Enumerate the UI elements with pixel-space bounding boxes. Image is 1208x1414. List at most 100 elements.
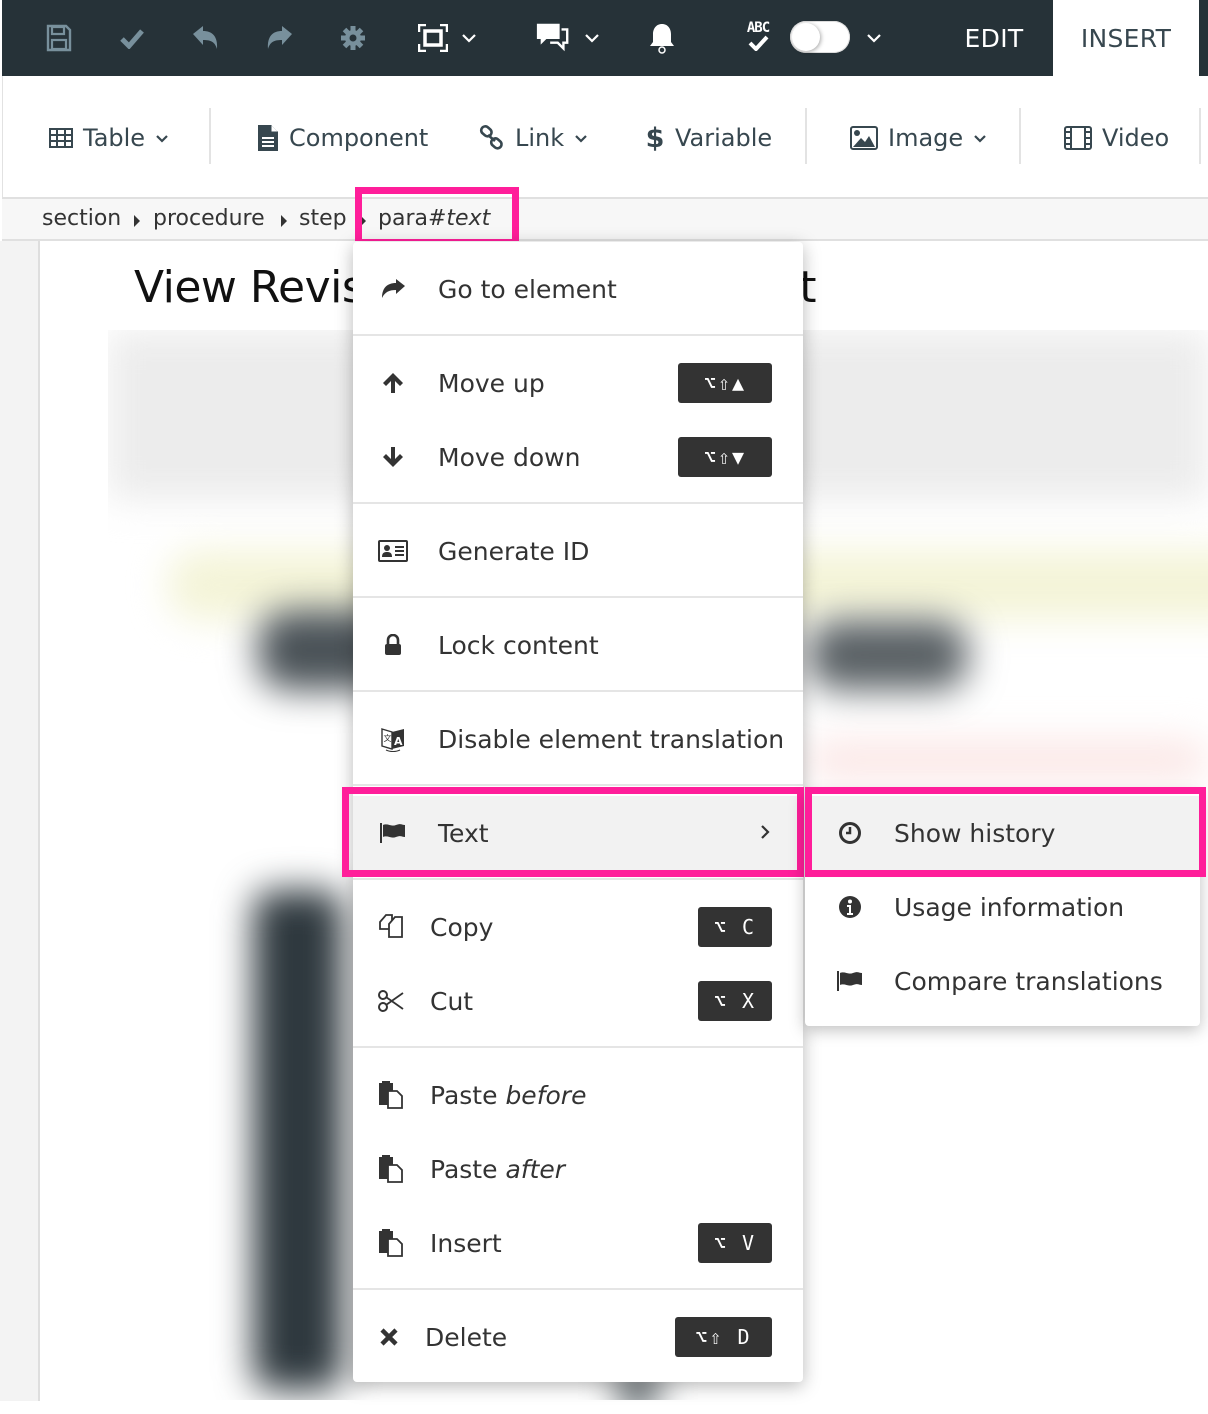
image-icon	[850, 126, 878, 150]
table-icon	[49, 128, 73, 148]
menu-item-label: Move up	[438, 368, 545, 398]
save-icon[interactable]	[41, 20, 77, 56]
menu-item-label: Paste before	[430, 1081, 586, 1110]
menu-item-insert[interactable]: Insert ⌥ V	[353, 1206, 803, 1280]
document-title-start: View Revis	[134, 262, 365, 313]
menu-divider	[353, 596, 803, 598]
menu-item-paste-before[interactable]: Paste before	[353, 1058, 803, 1132]
submenu-item-usage-information[interactable]: Usage information	[805, 870, 1200, 944]
ribbon-component-label: Component	[289, 124, 429, 152]
breadcrumb-item-procedure[interactable]: procedure	[153, 206, 265, 231]
menu-item-label: Disable element translation	[438, 724, 785, 754]
menu-item-label: Text	[438, 818, 489, 848]
menu-divider	[353, 1046, 803, 1048]
menu-item-cut[interactable]: Cut ⌥ X	[353, 964, 803, 1038]
menu-item-label: Insert	[430, 1228, 502, 1258]
menu-item-move-up[interactable]: Move up ⌥⇧▲	[353, 346, 803, 420]
menu-item-delete[interactable]: Delete ⌥⇧ D	[353, 1300, 803, 1374]
copy-icon	[375, 911, 407, 943]
ribbon-variable-label: Variable	[675, 124, 773, 152]
menu-item-label: Delete	[425, 1322, 508, 1352]
submenu-item-show-history[interactable]: Show history	[805, 796, 1200, 870]
menu-item-label: Cut	[430, 986, 474, 1016]
scissors-icon	[375, 985, 407, 1017]
breadcrumb-item-section[interactable]: section	[42, 206, 121, 231]
comments-dropdown-chevron-icon[interactable]	[582, 26, 602, 50]
breadcrumb: section procedure step para#text	[2, 197, 1208, 241]
menu-item-label: Paste after	[430, 1155, 565, 1184]
breadcrumb-separator-icon	[134, 215, 140, 227]
shortcut-badge: ⌥ C	[698, 907, 772, 947]
menu-item-disable-translation[interactable]: A文 Disable element translation	[353, 702, 803, 776]
label-emphasis: after	[505, 1154, 566, 1184]
ribbon-variable-button[interactable]: $ Variable	[645, 120, 773, 156]
shortcut-badge: ⌥⇧▲	[678, 363, 772, 403]
ribbon-image-button[interactable]: Image	[850, 120, 987, 156]
check-icon[interactable]	[114, 20, 150, 56]
shortcut-badge: ⌥⇧▼	[678, 437, 772, 477]
breadcrumb-element-type: text	[446, 206, 491, 231]
settings-icon[interactable]	[335, 20, 371, 56]
paste-icon	[375, 1153, 407, 1185]
spellcheck-label: ABC	[746, 20, 770, 36]
submenu-item-label: Show history	[894, 818, 1056, 848]
chevron-down-icon	[575, 134, 587, 143]
menu-item-label: Generate ID	[438, 536, 590, 566]
shortcut-badge: ⌥ X	[698, 981, 772, 1021]
menu-item-paste-after[interactable]: Paste after	[353, 1132, 803, 1206]
breadcrumb-item-selected[interactable]: para#text	[378, 206, 490, 231]
undo-icon[interactable]	[188, 20, 224, 56]
tab-insert[interactable]: INSERT	[1053, 0, 1199, 76]
spellcheck-toggle[interactable]	[790, 21, 850, 53]
chevron-right-icon	[759, 819, 771, 847]
menu-item-copy[interactable]: Copy ⌥ C	[353, 890, 803, 964]
menu-item-label: Copy	[430, 912, 494, 942]
flag-icon	[377, 817, 409, 849]
breadcrumb-separator-icon	[281, 215, 287, 227]
fullscreen-dropdown-chevron-icon[interactable]	[459, 26, 479, 50]
insert-ribbon: Table Component Link $ Variable Image Vi…	[2, 76, 1208, 198]
submenu-item-label: Usage information	[894, 892, 1125, 922]
chevron-down-icon	[156, 134, 168, 143]
text-submenu: Show history Usage information Compare t…	[805, 792, 1200, 1026]
spellcheck-dropdown-chevron-icon[interactable]	[864, 26, 884, 50]
menu-divider	[353, 784, 803, 786]
breadcrumb-item-step[interactable]: step	[299, 206, 347, 231]
menu-item-move-down[interactable]: Move down ⌥⇧▼	[353, 420, 803, 494]
ribbon-component-button[interactable]: Component	[257, 120, 428, 156]
menu-item-go-to-element[interactable]: Go to element	[353, 252, 803, 326]
ribbon-link-button[interactable]: Link	[479, 120, 588, 156]
toggle-knob	[792, 23, 820, 51]
ribbon-video-button[interactable]: Video	[1064, 120, 1169, 156]
ribbon-table-button[interactable]: Table	[49, 120, 169, 156]
svg-text:A: A	[394, 735, 403, 748]
ribbon-link-label: Link	[515, 124, 565, 152]
notifications-icon[interactable]	[644, 20, 680, 56]
link-icon	[479, 125, 503, 150]
shortcut-badge: ⌥⇧ D	[675, 1317, 772, 1357]
menu-item-generate-id[interactable]: Generate ID	[353, 514, 803, 588]
label-text: Paste	[430, 1080, 498, 1110]
shortcut-badge: ⌥ V	[698, 1223, 772, 1263]
tab-edit[interactable]: EDIT	[937, 0, 1051, 76]
submenu-item-compare-translations[interactable]: Compare translations	[805, 944, 1200, 1018]
ribbon-divider	[1019, 108, 1021, 164]
id-card-icon	[377, 535, 409, 567]
menu-divider	[353, 1288, 803, 1290]
breadcrumb-element-name: para	[378, 206, 428, 231]
label-text: Paste	[430, 1154, 498, 1184]
ribbon-divider	[209, 108, 211, 164]
paste-icon	[375, 1227, 407, 1259]
menu-item-text-submenu[interactable]: Text	[353, 796, 803, 870]
comments-icon[interactable]	[535, 20, 571, 56]
arrow-down-icon	[377, 441, 409, 473]
redo-icon[interactable]	[261, 20, 297, 56]
paste-icon	[375, 1079, 407, 1111]
menu-item-lock-content[interactable]: Lock content	[353, 608, 803, 682]
fullscreen-icon[interactable]	[415, 20, 451, 56]
blurred-image	[253, 890, 343, 1390]
menu-item-label: Move down	[438, 442, 581, 472]
spellcheck-icon[interactable]: ABC	[740, 18, 776, 54]
menu-divider	[353, 502, 803, 504]
document-gutter	[0, 241, 40, 1401]
